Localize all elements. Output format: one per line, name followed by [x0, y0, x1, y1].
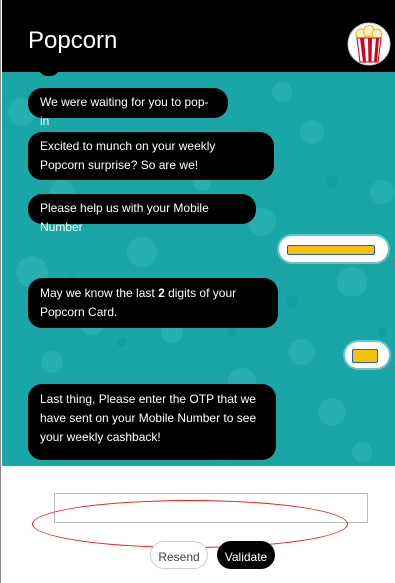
bot-message: Please help us with your Mobile Number — [28, 194, 256, 234]
otp-input[interactable] — [54, 493, 368, 523]
bot-message-text: Last thing, Please enter the OTP that we… — [40, 392, 257, 444]
bot-message-text-bold: 2 — [158, 286, 165, 300]
check-icon — [388, 259, 395, 265]
bot-message: May we know the last 2 digits of your Po… — [28, 278, 278, 328]
bot-message: Last thing, Please enter the OTP that we… — [28, 384, 276, 460]
bot-message: Excited to munch on your weekly Popcorn … — [28, 132, 274, 180]
bot-message-text: Excited to munch on your weekly Popcorn … — [40, 139, 216, 172]
bot-message: We were waiting for you to pop-in — [28, 88, 228, 128]
footer: Resend Validate — [2, 466, 395, 583]
popcorn-bucket-icon — [347, 22, 391, 66]
app-frame: Popcorn We were waiting for you to pop-i… — [0, 0, 395, 583]
check-icon — [389, 365, 395, 370]
user-message — [345, 342, 389, 368]
redacted-mobile-number — [287, 245, 375, 255]
header: Popcorn — [2, 0, 395, 72]
validate-button[interactable]: Validate — [217, 541, 275, 569]
redacted-card-digits — [352, 349, 378, 363]
app-title: Popcorn — [28, 27, 118, 54]
resend-button[interactable]: Resend — [150, 541, 208, 569]
chat-area[interactable]: We were waiting for you to pop-in Excite… — [2, 72, 395, 466]
user-message — [279, 236, 388, 262]
bot-message-text-before: May we know the last — [40, 286, 159, 300]
